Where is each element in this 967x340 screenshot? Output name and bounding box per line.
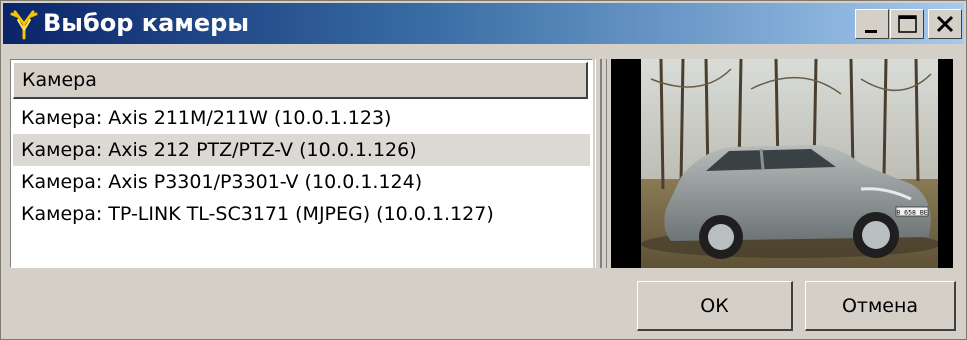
title-bar[interactable]: Выбор камеры: [3, 3, 964, 44]
window-title: Выбор камеры: [43, 9, 250, 37]
app-logo-icon: [10, 10, 38, 40]
ok-button[interactable]: ОК: [637, 281, 793, 331]
camera-list[interactable]: Камера Камера: Axis 211M/211W (10.0.1.12…: [10, 59, 593, 268]
list-item[interactable]: Камера: Axis 211M/211W (10.0.1.123): [13, 102, 590, 134]
maximize-icon: [898, 15, 917, 33]
camera-preview: В 658 ВЕ: [611, 59, 953, 268]
cancel-button[interactable]: Отмена: [805, 281, 956, 331]
camera-select-dialog: Выбор камеры Камера Камера: Axis 211M/21…: [0, 0, 967, 340]
camera-preview-image: В 658 ВЕ: [611, 59, 953, 268]
license-plate-text: В 658 ВЕ: [896, 209, 927, 217]
column-header-camera[interactable]: Камера: [13, 62, 588, 99]
close-icon: [936, 15, 954, 33]
minimize-icon: [865, 30, 877, 33]
maximize-button[interactable]: [890, 9, 924, 39]
panel-splitter[interactable]: [595, 59, 607, 268]
minimize-button[interactable]: [855, 9, 889, 39]
list-item[interactable]: Камера: TP-LINK TL-SC3171 (MJPEG) (10.0.…: [13, 198, 590, 230]
list-item[interactable]: Камера: Axis 212 PTZ/PTZ-V (10.0.1.126): [13, 134, 590, 166]
close-button[interactable]: [928, 9, 962, 39]
list-item[interactable]: Камера: Axis P3301/P3301-V (10.0.1.124): [13, 166, 590, 198]
